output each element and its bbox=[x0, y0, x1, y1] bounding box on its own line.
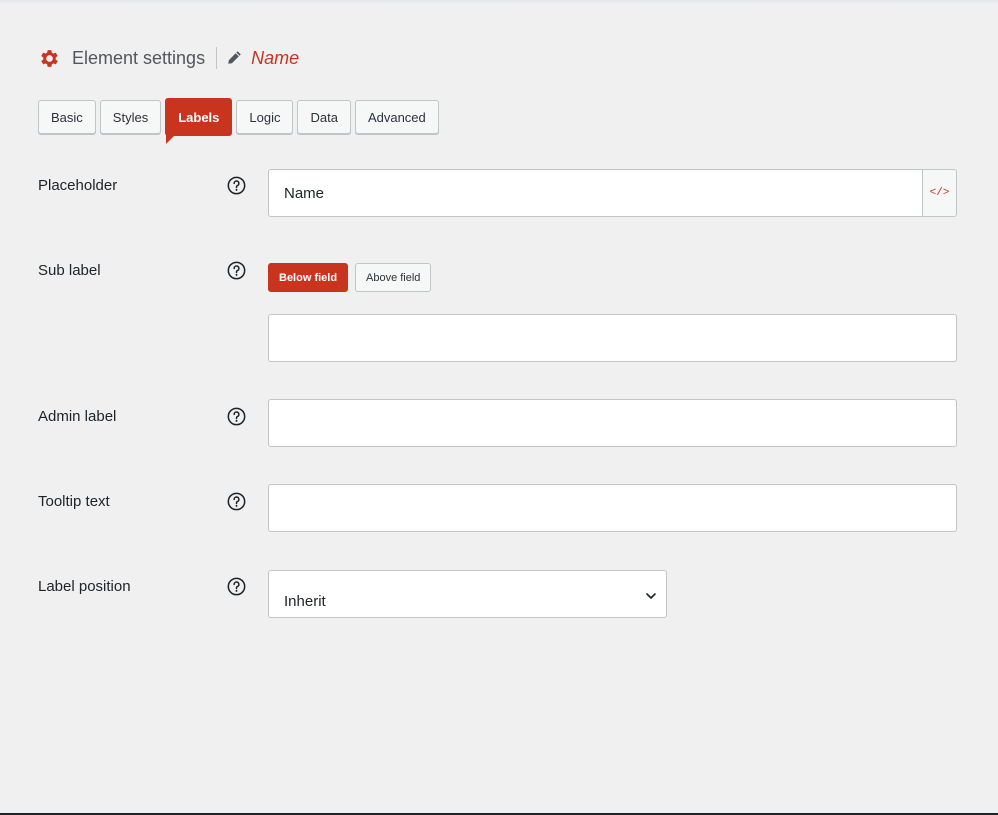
help-icon[interactable] bbox=[227, 492, 246, 511]
header-divider bbox=[216, 47, 218, 69]
tab-data[interactable]: Data bbox=[297, 100, 351, 134]
placeholder-label: Placeholder bbox=[38, 177, 118, 194]
chevron-down-icon bbox=[646, 593, 656, 599]
placeholder-input[interactable] bbox=[268, 169, 922, 217]
below-field-button[interactable]: Below field bbox=[268, 263, 349, 292]
sub-label-input[interactable] bbox=[268, 314, 957, 362]
help-icon[interactable] bbox=[227, 261, 246, 280]
panel-header: Element settings Name bbox=[38, 44, 299, 72]
tooltip-text-input[interactable] bbox=[268, 484, 957, 532]
top-edge bbox=[0, 0, 998, 4]
tooltip-text-label: Tooltip text bbox=[38, 493, 110, 510]
label-position-label: Label position bbox=[38, 578, 131, 595]
settings-tabs: Basic Styles Labels Logic Data Advanced bbox=[38, 98, 439, 144]
tab-logic[interactable]: Logic bbox=[236, 100, 294, 134]
tab-labels[interactable]: Labels bbox=[165, 98, 233, 144]
label-position-select[interactable]: Inherit bbox=[268, 570, 667, 618]
code-icon[interactable]: </> bbox=[922, 169, 957, 217]
element-name[interactable]: Name bbox=[251, 48, 299, 69]
admin-label-label: Admin label bbox=[38, 408, 117, 425]
panel-title: Element settings bbox=[72, 47, 206, 68]
admin-label-input[interactable] bbox=[268, 399, 957, 447]
gear-icon bbox=[41, 49, 58, 67]
help-icon[interactable] bbox=[227, 577, 246, 596]
tab-styles[interactable]: Styles bbox=[99, 100, 162, 134]
label-position-value: Inherit bbox=[284, 593, 326, 610]
help-icon[interactable] bbox=[227, 407, 246, 426]
pencil-icon[interactable] bbox=[226, 50, 242, 66]
tab-basic[interactable]: Basic bbox=[38, 100, 96, 134]
settings-panel: Element settings Name Basic Styles Label… bbox=[0, 0, 998, 815]
sub-label-label: Sub label bbox=[38, 262, 101, 279]
help-icon[interactable] bbox=[227, 176, 246, 195]
tab-advanced[interactable]: Advanced bbox=[354, 100, 439, 134]
above-field-button[interactable]: Above field bbox=[355, 263, 432, 292]
